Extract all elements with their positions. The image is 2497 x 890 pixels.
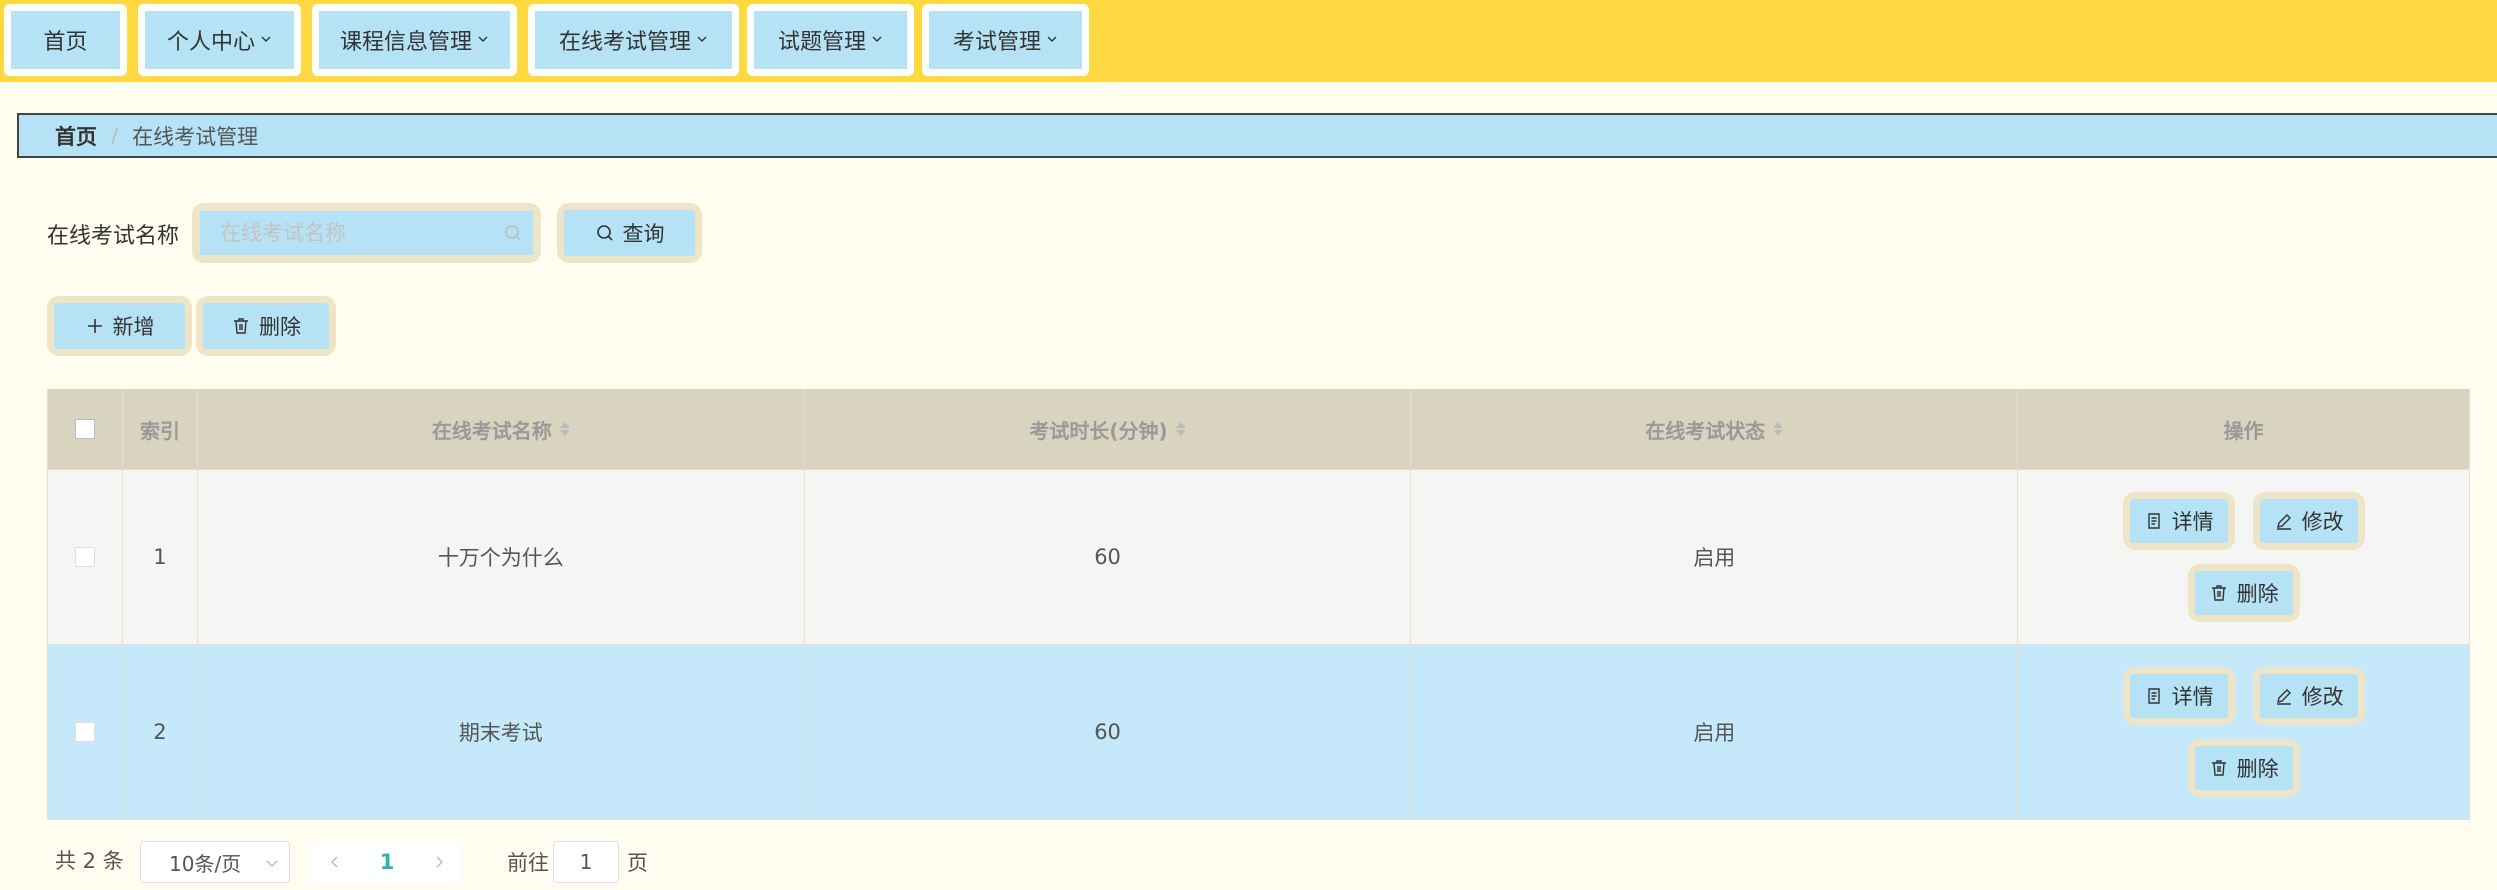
add-button-label: 新增	[112, 315, 155, 339]
query-button-label: 查询	[622, 222, 665, 246]
row-duration: 60	[805, 645, 1412, 819]
search-icon	[596, 225, 613, 241]
header-name[interactable]: 在线考试名称	[198, 389, 805, 469]
header-index: 索引	[123, 389, 198, 469]
next-page-icon[interactable]	[432, 855, 446, 869]
header-status-label: 在线考试状态	[1645, 418, 1766, 443]
breadcrumb-separator: /	[111, 123, 119, 148]
chevron-down-icon	[1047, 36, 1057, 42]
search-field-wrapper	[192, 203, 541, 263]
chevron-down-icon	[261, 36, 271, 42]
header-checkbox-cell	[48, 389, 123, 469]
breadcrumb-home[interactable]: 首页	[55, 121, 97, 151]
edit-button-label: 修改	[2301, 510, 2344, 534]
delete-button-label: 删除	[2236, 582, 2279, 606]
header-ops: 操作	[2018, 389, 2470, 469]
pagination-nav: 1	[312, 841, 462, 883]
row-ops: 详情 修改 删除	[2018, 470, 2470, 644]
row-status: 启用	[1411, 470, 2019, 644]
select-all-checkbox[interactable]	[74, 419, 95, 439]
nav-label: 首页	[43, 30, 88, 55]
table-header: 索引 在线考试名称 考试时长(分钟) 在线考试状态 操作	[48, 389, 2470, 470]
nav-item-online-exam-management[interactable]: 在线考试管理	[528, 4, 739, 76]
sort-icon[interactable]	[1773, 422, 1784, 436]
row-status: 启用	[1411, 645, 2019, 819]
nav-label: 试题管理	[777, 30, 866, 55]
goto-unit: 页	[627, 851, 648, 875]
plus-icon	[87, 319, 102, 333]
goto-label: 前往	[507, 851, 549, 875]
edit-button[interactable]: 修改	[2252, 492, 2365, 550]
query-button[interactable]: 查询	[557, 203, 702, 263]
row-index: 1	[123, 470, 198, 644]
row-index: 2	[123, 645, 198, 819]
detail-button[interactable]: 详情	[2122, 492, 2235, 550]
chevron-down-icon	[872, 36, 882, 42]
chevron-down-icon	[697, 36, 707, 42]
header-ops-label: 操作	[2223, 418, 2264, 443]
detail-button-label: 详情	[2171, 685, 2214, 709]
nav-item-course-management[interactable]: 课程信息管理	[312, 4, 517, 76]
edit-icon	[2276, 689, 2291, 705]
page-number-current[interactable]: 1	[380, 850, 395, 874]
search-icon	[505, 225, 521, 241]
chevron-down-icon	[266, 860, 278, 867]
page-size-select[interactable]: 10条/页	[140, 841, 290, 883]
trash-icon	[2211, 585, 2226, 601]
table-row[interactable]: 2 期末考试 60 启用 详情 修改 删除	[48, 645, 2470, 820]
header-index-label: 索引	[139, 418, 180, 443]
sort-icon[interactable]	[1175, 422, 1186, 436]
row-checkbox[interactable]	[74, 722, 95, 742]
nav-item-personal-center[interactable]: 个人中心	[138, 4, 301, 76]
edit-icon	[2276, 514, 2291, 530]
search-input[interactable]	[200, 211, 533, 255]
nav-item-exam-management[interactable]: 考试管理	[922, 4, 1089, 76]
add-button[interactable]: 新增	[47, 296, 192, 356]
search-label: 在线考试名称	[47, 224, 180, 249]
prev-page-icon[interactable]	[328, 855, 342, 869]
batch-delete-button[interactable]: 删除	[196, 296, 336, 356]
document-icon	[2147, 513, 2160, 529]
detail-button[interactable]: 详情	[2122, 667, 2235, 725]
row-name: 期末考试	[198, 645, 805, 819]
row-duration: 60	[805, 470, 1412, 644]
chevron-down-icon	[478, 36, 488, 42]
row-checkbox-cell	[48, 645, 123, 819]
row-checkbox-cell	[48, 470, 123, 644]
breadcrumb-current: 在线考试管理	[132, 124, 259, 149]
nav-label: 在线考试管理	[558, 30, 691, 55]
edit-button[interactable]: 修改	[2252, 667, 2365, 725]
top-nav-bar: 首页 个人中心 课程信息管理 在线考试管理 试题管理 考试管理	[0, 0, 2497, 82]
trash-icon	[234, 318, 248, 334]
delete-button[interactable]: 删除	[2187, 739, 2300, 797]
header-status[interactable]: 在线考试状态	[1411, 389, 2019, 469]
edit-button-label: 修改	[2301, 685, 2344, 709]
nav-item-home[interactable]: 首页	[4, 4, 127, 76]
document-icon	[2147, 688, 2160, 704]
detail-button-label: 详情	[2171, 510, 2214, 534]
pagination-total: 共 2 条	[55, 849, 124, 873]
goto-page-input[interactable]	[553, 841, 619, 883]
header-name-label: 在线考试名称	[431, 418, 552, 443]
breadcrumb: 首页 / 在线考试管理	[17, 113, 2497, 158]
batch-delete-button-label: 删除	[259, 315, 301, 339]
row-checkbox[interactable]	[74, 547, 95, 567]
nav-item-question-management[interactable]: 试题管理	[747, 4, 914, 76]
trash-icon	[2211, 760, 2226, 776]
page-size-value: 10条/页	[169, 851, 242, 876]
delete-button-label: 删除	[2236, 757, 2279, 781]
nav-label: 考试管理	[952, 30, 1041, 55]
table-row[interactable]: 1 十万个为什么 60 启用 详情 修改 删除	[48, 470, 2470, 645]
row-ops: 详情 修改 删除	[2018, 645, 2470, 819]
nav-label: 课程信息管理	[339, 30, 472, 55]
header-duration[interactable]: 考试时长(分钟)	[805, 389, 1412, 469]
nav-label: 个人中心	[166, 30, 255, 55]
exam-table: 索引 在线考试名称 考试时长(分钟) 在线考试状态 操作 1 十万个为什么 60…	[47, 389, 2470, 820]
row-name: 十万个为什么	[198, 470, 805, 644]
delete-button[interactable]: 删除	[2187, 564, 2300, 622]
header-duration-label: 考试时长(分钟)	[1029, 418, 1168, 443]
sort-icon[interactable]	[559, 422, 570, 436]
